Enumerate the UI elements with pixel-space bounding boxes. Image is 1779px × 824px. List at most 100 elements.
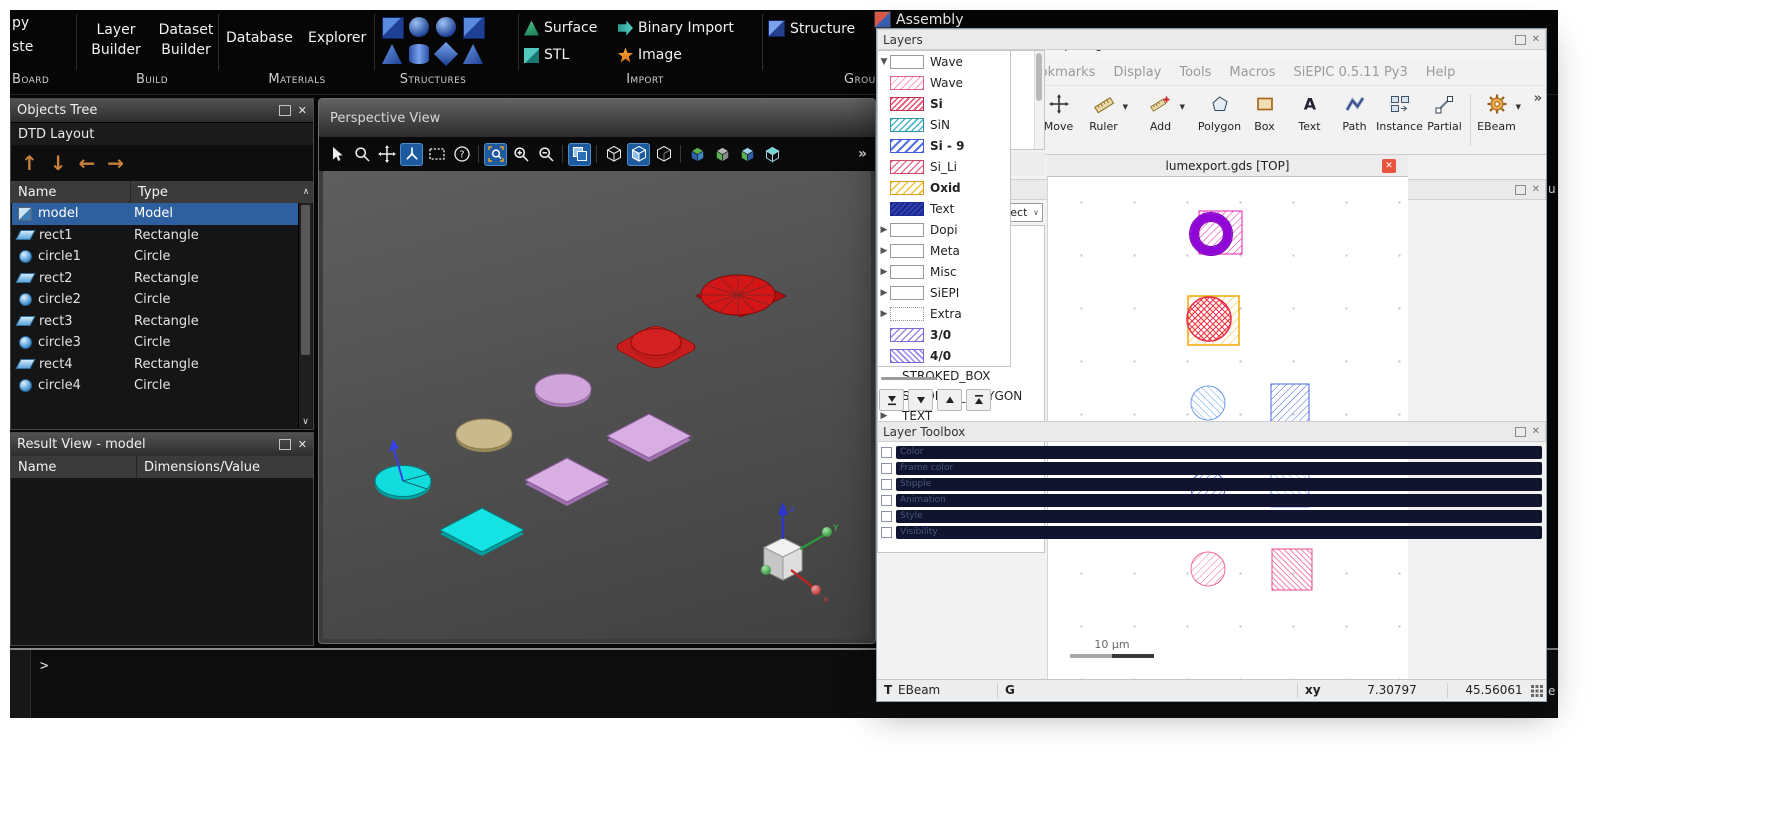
library-item[interactable]: STROKED_BOX [878,366,1044,386]
checkbox[interactable] [881,511,892,522]
checkbox[interactable] [881,495,892,506]
layers-panel-header[interactable]: Layers ✕ [877,29,1546,50]
cone-primitive-icon[interactable] [463,44,483,64]
database-button[interactable]: Database [226,30,293,46]
chevron-right-icon[interactable]: ▶ [878,267,890,277]
menu-help[interactable]: Help [1417,65,1465,80]
layer-row[interactable]: ▶ SiEPI [878,282,1010,303]
view-cube-wire-icon[interactable] [602,143,625,166]
ruler-tool-button[interactable]: Ruler ▼ [1081,90,1128,135]
iso-view-icon[interactable] [686,143,709,166]
table-row[interactable]: circle4 Circle [12,375,299,397]
objects-tree-scrollbar[interactable]: ∨ [298,203,312,428]
layer-row[interactable]: ▼ Wave [878,51,1010,72]
grid-settings-icon[interactable] [1530,684,1543,700]
layer-swatch[interactable] [890,222,924,237]
table-row[interactable]: rect3 Rectangle [12,311,299,333]
toolbox-section[interactable]: Visibility [896,526,1542,539]
toolbox-row[interactable]: Style [877,509,1546,524]
toolbox-section[interactable]: Stipple [896,478,1542,491]
cells-scrollbar[interactable] [1034,51,1044,149]
surface-import-button[interactable]: Surface [524,20,597,36]
toolbar-overflow-icon[interactable]: » [858,146,869,162]
layer-row[interactable]: Wave [878,72,1010,93]
cylinder-primitive-icon[interactable] [409,44,429,64]
move-up-icon[interactable]: ↑ [21,153,38,173]
layer-row[interactable]: Oxid [878,177,1010,198]
layer-row[interactable]: 4/0 [878,345,1010,366]
image-import-button[interactable]: Image [618,47,682,63]
move-right-icon[interactable]: → [107,153,124,173]
layer-swatch[interactable] [890,117,924,132]
toolbox-section[interactable]: Style [896,510,1542,523]
layer-swatch[interactable] [890,201,924,216]
layer-swatch[interactable] [890,243,924,258]
checkbox[interactable] [881,479,892,490]
menu-siepic[interactable]: SiEPIC 0.5.11 Py3 [1285,65,1417,80]
toolbox-section[interactable]: Animation [896,494,1542,507]
layer-swatch[interactable] [890,138,924,153]
layer-row[interactable]: 3/0 [878,324,1010,345]
layer-row[interactable]: Si_Li [878,156,1010,177]
status-grid-indicator[interactable]: G [1005,683,1015,697]
chevron-right-icon[interactable]: ▶ [878,225,890,235]
close-tab-icon[interactable]: ✕ [1382,159,1396,173]
move-down-icon[interactable]: ↓ [50,153,67,173]
layer-list[interactable]: ▼ Wave Wave Si SiN Si - 9 Si_Li Oxid Text… [877,50,1011,367]
layout-tab[interactable]: lumexport.gds [TOP] [1166,159,1290,173]
table-row[interactable]: rect2 Rectangle [12,268,299,290]
column-name[interactable]: Name [11,185,130,200]
layer-swatch[interactable] [890,306,924,321]
layer-swatch[interactable] [890,327,924,342]
table-row[interactable]: rect1 Rectangle [12,225,299,247]
table-row[interactable]: circle1 Circle [12,246,299,268]
move-left-icon[interactable]: ← [79,153,96,173]
table-row[interactable]: circle2 Circle [12,289,299,311]
toolbox-row[interactable]: Animation [877,493,1546,508]
close-panel-icon[interactable]: ✕ [1532,426,1540,437]
chevron-down-icon[interactable]: ▼ [878,57,890,67]
viewport-3d[interactable]: z Y x [323,171,871,639]
menu-tools[interactable]: Tools [1170,65,1220,80]
layer-swatch[interactable] [890,285,924,300]
top-view-icon[interactable] [711,143,734,166]
float-panel-icon[interactable] [1514,184,1526,195]
structure-group-button[interactable]: Structure [768,20,855,37]
chevron-right-icon[interactable]: ▶ [878,309,890,319]
move-layer-bottom-icon[interactable] [879,389,904,411]
layer-swatch[interactable] [890,159,924,174]
move-layer-up-icon[interactable] [937,389,962,411]
chevron-down-icon[interactable]: ▼ [1123,103,1128,111]
cube-primitive-icon[interactable] [382,17,404,39]
layer-row[interactable]: Si - 9 [878,135,1010,156]
sphere-primitive-icon[interactable] [409,17,429,37]
polygon-tool-button[interactable]: Polygon [1197,90,1242,135]
toolbox-row[interactable]: Frame color [877,461,1546,476]
scrollbar-thumb[interactable] [301,205,310,355]
layer-swatch[interactable] [890,348,924,363]
layer-builder-button[interactable]: Layer Builder [84,20,148,60]
cube-primitive-icon[interactable] [463,17,485,39]
close-panel-icon[interactable]: ✕ [298,105,307,116]
chevron-right-icon[interactable]: ▶ [878,411,890,421]
dataset-builder-button[interactable]: Dataset Builder [152,20,220,60]
float-panel-icon[interactable] [278,105,291,116]
toolbox-section[interactable]: Color [896,446,1542,459]
binary-import-button[interactable]: Binary Import [618,20,734,36]
split-view-icon[interactable] [568,142,591,166]
layer-swatch[interactable] [890,96,924,111]
layer-row[interactable]: Text [878,198,1010,219]
float-panel-icon[interactable] [1514,34,1526,45]
scroll-up-icon[interactable]: ∧ [299,186,313,198]
select-cursor-icon[interactable] [325,143,348,166]
clipboard-paste-fragment[interactable]: ste [12,39,33,55]
table-row[interactable]: rect4 Rectangle [12,354,299,376]
stl-import-button[interactable]: STL [524,47,569,63]
toolbox-section[interactable]: Frame color [896,462,1542,475]
orbit-tool-icon[interactable] [400,142,423,166]
layer-swatch[interactable] [890,180,924,195]
zoom-tool-icon[interactable] [350,143,373,166]
view-cube-shaded-icon[interactable] [627,142,650,166]
layer-row[interactable]: ▶ Dopi [878,219,1010,240]
float-panel-icon[interactable] [1514,426,1526,437]
